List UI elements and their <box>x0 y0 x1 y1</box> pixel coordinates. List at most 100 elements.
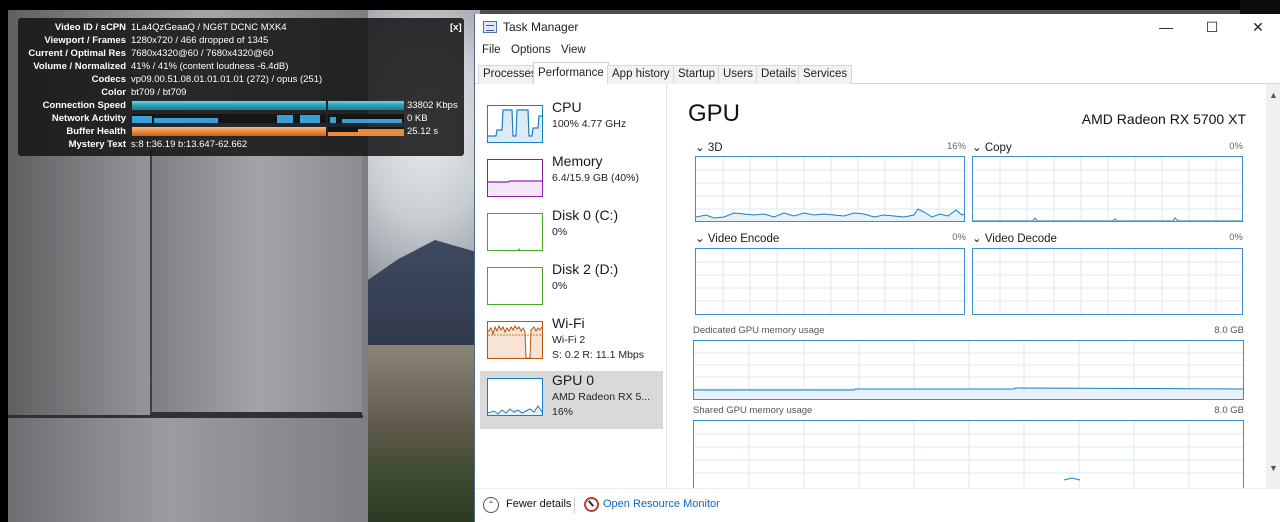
engine-3d-percent: 16% <box>946 141 966 152</box>
vertical-scrollbar[interactable]: ▲ ▼ <box>1266 84 1280 488</box>
chevron-down-icon: ⌄ <box>972 233 985 245</box>
chevron-down-icon: ⌄ <box>695 233 708 245</box>
engine-video-decode-percent: 0% <box>1229 232 1243 243</box>
stat-row-codecs: Codecs vp09.00.51.08.01.01.01.01 (272) /… <box>18 73 464 86</box>
task-manager-icon <box>483 21 497 33</box>
stat-row-connection-speed: Connection Speed 33802 Kbps <box>18 99 464 112</box>
sidebar-item-title: Disk 0 (C:) <box>552 207 619 223</box>
sidebar-item-wifi[interactable]: Wi-Fi Wi-Fi 2 S: 0.2 R: 11.1 Mbps <box>480 314 663 372</box>
cpu-thumbnail-graph <box>487 105 543 143</box>
engine-copy-percent: 0% <box>1229 141 1243 152</box>
engine-3d-graph <box>695 156 965 222</box>
chevron-up-icon[interactable]: ⌃ <box>483 497 499 513</box>
stat-row-network-activity: Network Activity 0 KB <box>18 112 464 125</box>
sidebar-item-subtitle: 0% <box>552 280 568 292</box>
fewer-details-button[interactable]: Fewer details <box>506 498 571 510</box>
engine-copy-graph <box>972 156 1243 222</box>
gpu-thumbnail-graph <box>487 378 543 416</box>
menu-view[interactable]: View <box>561 44 586 56</box>
engine-video-encode-graph <box>695 248 965 315</box>
sidebar-item-subtitle: Wi-Fi 2 <box>552 334 586 346</box>
minimize-button[interactable]: — <box>1143 14 1189 42</box>
resource-monitor-icon[interactable] <box>584 497 599 512</box>
stat-row-video-id: Video ID / sCPN 1La4QzGeaaQ / NG6T DCNC … <box>18 21 464 34</box>
tab-services[interactable]: Services <box>798 65 853 84</box>
stat-value: 41% / 41% (content loudness -6.4dB) <box>131 61 289 72</box>
stat-label: Viewport / Frames <box>44 35 126 46</box>
stat-label: Connection Speed <box>42 100 126 111</box>
shared-memory-graph <box>693 420 1244 488</box>
engine-selector-3d[interactable]: ⌄ 3D <box>695 140 723 154</box>
tab-performance[interactable]: Performance <box>533 62 609 85</box>
maximize-button[interactable]: ☐ <box>1189 14 1235 42</box>
sidebar-item-detail: S: 0.2 R: 11.1 Mbps <box>552 349 645 361</box>
engine-video-encode-percent: 0% <box>952 232 966 243</box>
chevron-down-icon: ⌄ <box>972 142 985 154</box>
sidebar-item-memory[interactable]: Memory 6.4/15.9 GB (40%) <box>480 152 663 210</box>
dedicated-memory-max: 8.0 GB <box>1214 325 1244 336</box>
connection-speed-bar <box>132 101 326 110</box>
stat-label: Volume / Normalized <box>33 61 126 72</box>
engine-selector-video-decode[interactable]: ⌄ Video Decode <box>972 231 1057 245</box>
network-activity-value: 0 KB <box>407 113 428 124</box>
disk-2-thumbnail-graph <box>487 267 543 305</box>
buffer-health-bar <box>132 127 326 136</box>
buffer-health-value: 25.12 s <box>407 126 439 137</box>
task-manager-window: Task Manager — ☐ ✕ File Options View Pro… <box>474 14 1280 522</box>
network-activity-bar-recent <box>328 114 404 123</box>
menu-options[interactable]: Options <box>511 44 551 56</box>
menu-file[interactable]: File <box>482 44 501 56</box>
scroll-down-icon[interactable]: ▼ <box>1266 460 1280 476</box>
gpu-heading: GPU <box>688 100 741 127</box>
sidebar-item-subtitle: AMD Radeon RX 5... <box>552 391 651 403</box>
stat-value: vp09.00.51.08.01.01.01.01 (272) / opus (… <box>131 74 323 85</box>
window-title: Task Manager <box>503 20 579 34</box>
sidebar-item-detail: 16% <box>552 406 574 418</box>
sidebar-item-cpu[interactable]: CPU 100% 4.77 GHz <box>480 98 663 156</box>
sidebar-item-title: Disk 2 (D:) <box>552 261 619 277</box>
stat-label: Current / Optimal Res <box>28 48 126 59</box>
stat-label: Network Activity <box>51 113 126 124</box>
performance-sidebar: CPU 100% 4.77 GHz Memory 6.4/15.9 GB (40… <box>475 84 667 488</box>
stat-row-color: Color bt709 / bt709 <box>18 86 464 99</box>
sidebar-item-gpu-0[interactable]: GPU 0 AMD Radeon RX 5... 16% <box>480 371 663 429</box>
menu-bar: File Options View <box>475 42 1280 62</box>
stat-label: Codecs <box>91 74 126 85</box>
stat-value: 1280x720 / 466 dropped of 1345 <box>131 35 269 46</box>
stat-row-buffer-health: Buffer Health 25.12 s <box>18 125 464 138</box>
gpu-detail-panel: GPU AMD Radeon RX 5700 XT ⌄ 3D 16% ⌄ Cop… <box>668 84 1266 488</box>
sidebar-item-disk-2[interactable]: Disk 2 (D:) 0% <box>480 260 663 318</box>
letterbox-bar <box>0 0 8 522</box>
tab-details[interactable]: Details <box>756 65 802 84</box>
tab-users[interactable]: Users <box>718 65 759 84</box>
shared-memory-max: 8.0 GB <box>1214 405 1244 416</box>
stat-value: 1La4QzGeaaQ / NG6T DCNC MXK4 <box>131 22 287 33</box>
wifi-thumbnail-graph <box>487 321 543 359</box>
scroll-up-icon[interactable]: ▲ <box>1266 87 1280 103</box>
tab-bar: Processes Performance App history Startu… <box>475 62 1280 85</box>
sidebar-item-disk-0[interactable]: Disk 0 (C:) 0% <box>480 206 663 264</box>
footer-bar: ⌃ Fewer details Open Resource Monitor <box>475 488 1280 522</box>
connection-speed-bar-recent <box>328 101 404 110</box>
stat-label: Video ID / sCPN <box>54 22 126 33</box>
stat-row-resolution: Current / Optimal Res 7680x4320@60 / 768… <box>18 47 464 60</box>
stat-value: s:8 t:36.19 b:13.647-62.662 <box>131 139 248 150</box>
stone-block <box>8 415 363 522</box>
stat-label: Buffer Health <box>66 126 126 137</box>
engine-selector-video-encode[interactable]: ⌄ Video Encode <box>695 231 779 245</box>
stat-row-viewport: Viewport / Frames 1280x720 / 466 dropped… <box>18 34 464 47</box>
sidebar-item-title: GPU 0 <box>552 372 595 388</box>
close-button[interactable]: ✕ <box>1235 14 1280 42</box>
gpu-model-name: AMD Radeon RX 5700 XT <box>1081 111 1246 127</box>
tab-startup[interactable]: Startup <box>673 65 721 84</box>
chevron-down-icon: ⌄ <box>695 142 708 154</box>
dedicated-memory-label: Dedicated GPU memory usage <box>693 325 825 336</box>
open-resource-monitor-link[interactable]: Open Resource Monitor <box>603 498 720 510</box>
performance-content: CPU 100% 4.77 GHz Memory 6.4/15.9 GB (40… <box>475 84 1280 488</box>
sidebar-item-subtitle: 100% 4.77 GHz <box>552 118 627 130</box>
stat-row-mystery-text: Mystery Text s:8 t:36.19 b:13.647-62.662 <box>18 138 464 151</box>
title-bar[interactable]: Task Manager — ☐ ✕ <box>475 14 1280 42</box>
stat-value: 7680x4320@60 / 7680x4320@60 <box>131 48 274 59</box>
tab-app-history[interactable]: App history <box>607 65 675 84</box>
engine-selector-copy[interactable]: ⌄ Copy <box>972 140 1012 154</box>
